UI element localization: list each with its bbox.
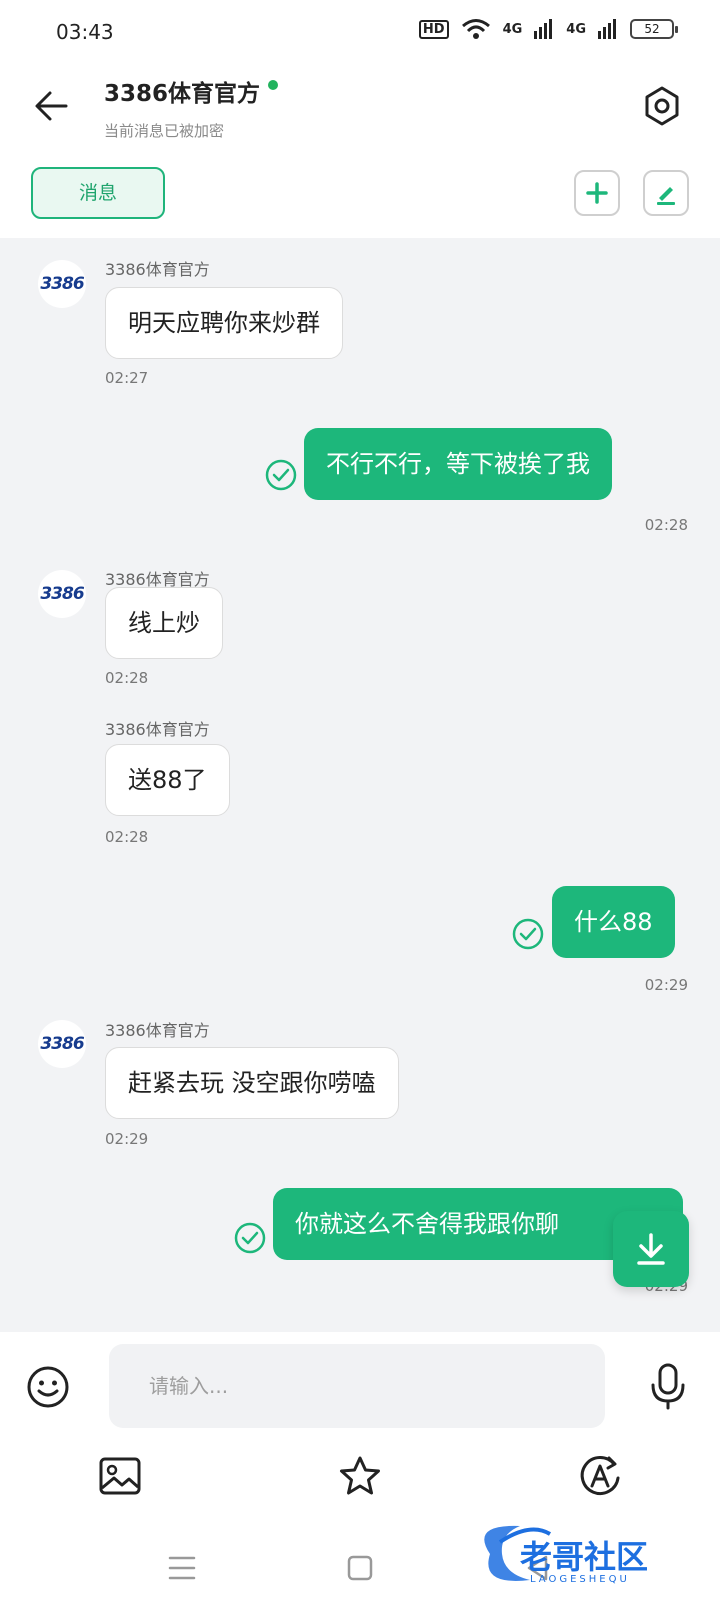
title-block: 3386体育官方 当前消息已被加密 [104,74,279,141]
page-title: 3386体育官方 [104,74,279,108]
star-icon[interactable] [338,1454,382,1498]
signal-bars-icon [534,19,553,39]
sent-check-icon [234,1222,266,1254]
message-bubble-incoming[interactable]: 送88了 [105,744,230,816]
message-bubble-incoming[interactable]: 线上炒 [105,587,223,659]
message-bubble-outgoing[interactable]: 不行不行，等下被挨了我 [304,428,612,500]
image-icon[interactable] [98,1454,142,1498]
watermark-text: 老哥社区 [520,1538,649,1576]
sent-check-icon [265,459,297,491]
message-time: 02:29 [644,976,688,994]
signal-4g-1: 4G [502,21,523,37]
message-bubble-incoming[interactable]: 赶紧去玩 没空跟你唠嗑 [105,1047,399,1119]
arrow-left-icon[interactable] [30,84,74,128]
menu-icon[interactable] [164,1550,200,1586]
sender-name: 3386体育官方 [105,260,210,279]
microphone-icon[interactable] [648,1362,688,1410]
contact-name: 3386体育官方 [104,81,261,107]
sent-check-icon [512,918,544,950]
chat-messages[interactable]: 3386 3386体育官方 明天应聘你来炒群 02:27 不行不行，等下被挨了我… [0,238,720,1332]
edit-button[interactable] [643,170,689,216]
online-status-dot [268,80,279,90]
status-time: 03:43 [56,20,114,44]
message-time: 02:29 [105,1130,149,1148]
hd-indicator: HD [418,19,449,39]
avatar[interactable]: 3386 [38,260,86,308]
chat-header: 3386体育官方 当前消息已被加密 [0,64,720,156]
translate-icon[interactable] [578,1454,622,1498]
message-time: 02:27 [105,369,149,387]
status-bar: 03:43 HD 4G 4G 52 [0,0,720,64]
message-time: 02:28 [105,828,149,846]
plus-icon [586,182,608,204]
download-arrow-icon [637,1233,665,1265]
sender-name: 3386体育官方 [105,720,210,739]
sender-name: 3386体育官方 [105,1021,210,1040]
message-time: 02:28 [105,669,149,687]
home-icon[interactable] [342,1550,378,1586]
signal-4g-2: 4G [566,21,586,37]
message-bubble-incoming[interactable]: 明天应聘你来炒群 [105,287,343,359]
avatar[interactable]: 3386 [38,570,86,618]
add-button[interactable] [574,170,620,216]
pen-icon [657,187,675,205]
watermark-subtext: LAOGESHEQU [530,1574,630,1585]
message-time: 02:28 [644,516,688,534]
message-input[interactable] [109,1344,605,1428]
signal-bars-icon [598,19,616,39]
avatar[interactable]: 3386 [38,1020,86,1068]
hexagon-settings-icon[interactable] [638,82,686,130]
battery-icon: 52 [630,19,678,39]
message-bubble-outgoing[interactable]: 什么88 [552,886,675,958]
wifi-icon [461,19,490,39]
chat-toolbar: 消息 [0,156,720,238]
smiley-icon[interactable] [26,1365,70,1409]
scroll-to-bottom-button[interactable] [613,1211,689,1287]
tab-messages[interactable]: 消息 [31,167,165,219]
encryption-notice: 当前消息已被加密 [104,122,225,140]
status-icons: HD 4G 4G 52 [418,18,678,40]
